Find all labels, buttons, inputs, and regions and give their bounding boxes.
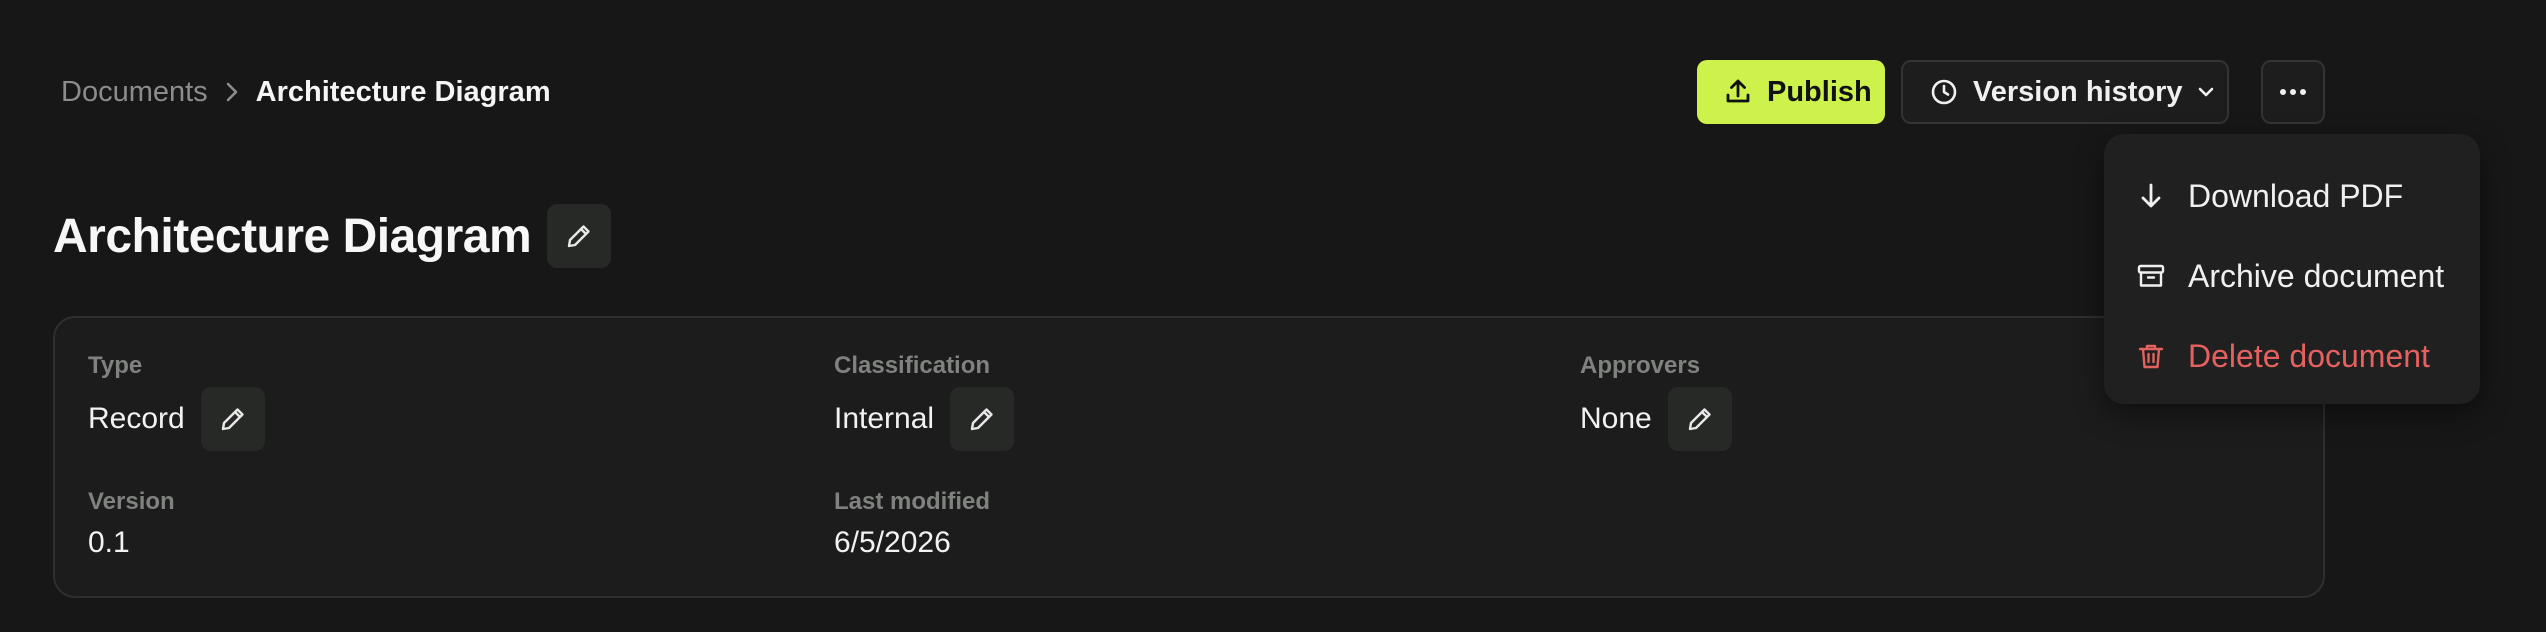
menu-item-label: Delete document — [2188, 337, 2430, 374]
breadcrumb-current: Architecture Diagram — [255, 75, 551, 108]
approvers-value: None — [1580, 402, 1652, 435]
page-title: Architecture Diagram — [53, 209, 532, 263]
header-actions: Publish Version history — [1697, 60, 2325, 124]
type-field: Type Record — [88, 349, 265, 451]
version-field: Version 0.1 — [88, 485, 175, 565]
breadcrumb: Documents Architecture Diagram — [61, 70, 551, 114]
menu-item-label: Archive document — [2188, 257, 2445, 294]
publish-label: Publish — [1767, 75, 1872, 108]
menu-item-delete-document[interactable]: Delete document — [2104, 316, 2480, 396]
version-value: 0.1 — [88, 526, 130, 559]
edit-title-button[interactable] — [547, 204, 612, 268]
more-horizontal-icon — [2278, 87, 2308, 97]
publish-button[interactable]: Publish — [1697, 60, 1885, 124]
clock-icon — [1929, 77, 1959, 107]
archive-icon — [2136, 261, 2166, 291]
type-label: Type — [88, 352, 143, 379]
pencil-icon — [564, 221, 594, 251]
edit-type-button[interactable] — [200, 387, 265, 451]
version-history-label: Version history — [1973, 75, 2183, 108]
menu-item-archive-document[interactable]: Archive document — [2104, 236, 2480, 316]
breadcrumb-documents-link[interactable]: Documents — [61, 76, 208, 109]
chevron-right-icon — [208, 81, 256, 103]
pencil-icon — [218, 404, 248, 434]
menu-item-label: Download PDF — [2188, 177, 2404, 214]
trash-icon — [2136, 341, 2166, 371]
approvers-field: Approvers None — [1580, 349, 1732, 451]
edit-approvers-button[interactable] — [1667, 387, 1732, 451]
edit-classification-button[interactable] — [950, 387, 1015, 451]
classification-field: Classification Internal — [834, 349, 1015, 451]
upload-icon — [1723, 77, 1753, 107]
approvers-label: Approvers — [1580, 352, 1701, 379]
details-card: Type Record Classification Internal Appr… — [53, 316, 2325, 598]
version-history-button[interactable]: Version history — [1901, 60, 2229, 124]
pencil-icon — [967, 404, 997, 434]
chevron-down-icon — [2195, 81, 2217, 103]
title-row: Architecture Diagram — [53, 204, 612, 268]
version-label: Version — [88, 488, 175, 515]
more-options-button[interactable] — [2261, 60, 2325, 124]
last-modified-field: Last modified 6/5/2026 — [834, 485, 990, 565]
arrow-down-icon — [2136, 181, 2166, 211]
classification-value: Internal — [834, 402, 935, 435]
last-modified-value: 6/5/2026 — [834, 526, 951, 559]
classification-label: Classification — [834, 352, 991, 379]
last-modified-label: Last modified — [834, 488, 991, 515]
pencil-icon — [1685, 404, 1715, 434]
type-value: Record — [88, 402, 185, 435]
menu-item-download-pdf[interactable]: Download PDF — [2104, 156, 2480, 236]
more-options-menu: Download PDF Archive document Delete doc… — [2104, 134, 2480, 404]
